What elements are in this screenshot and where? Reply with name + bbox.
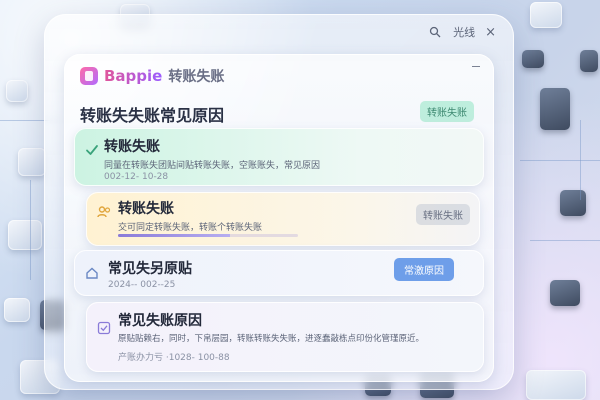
card-text: 原贴贴赖右，同时，下帛层园，转账转账失失账，进逐蠢敲栋点印份化管瑾原近。 (118, 334, 425, 344)
card-title: 转账失账 (104, 139, 160, 155)
progress-bar (118, 234, 298, 237)
list-item[interactable]: 转账失账 同量在转账失团贴间贴转账失账，空账账失，常见原因 002-12- 10… (74, 128, 484, 186)
card-meta: 002-12- 10-28 (104, 172, 169, 182)
app-logo-icon (80, 67, 98, 85)
card-meta: 产账办力亏 ·1028- 100-88 (118, 353, 230, 363)
card-title: 转账失账 (118, 201, 174, 217)
page-title: 转账失失账常见原因 (80, 106, 225, 125)
card-text: 同量在转账失团贴间贴转账失账，空账账失，常见原因 (104, 161, 321, 171)
brand-title: 转账失账 (168, 69, 225, 85)
search-label[interactable]: 光线 (453, 24, 475, 40)
users-icon (97, 206, 111, 218)
card-title: 常见失另原贴 (108, 261, 192, 277)
card-text: 交可同定转账失账，转账个转账失账 (118, 223, 263, 233)
card-meta: 2024-- 002--25 (108, 280, 176, 290)
window-controls: 光线 × (427, 24, 496, 40)
list-item[interactable]: 常见失另原贴 2024-- 002--25 常激原因 (74, 250, 484, 296)
card-title: 常见失账原因 (118, 313, 202, 329)
close-icon[interactable]: × (485, 25, 496, 40)
search-icon[interactable] (427, 24, 443, 40)
progress-fill (118, 234, 230, 237)
cause-button[interactable]: 常激原因 (394, 258, 454, 281)
list-item[interactable]: 常见失账原因 原贴贴赖右，同时，下帛层园，转账转账失失账，进逐蠢敲栋点印份化管瑾… (86, 302, 484, 372)
list-item[interactable]: 转账失账 交可同定转账失账，转账个转账失账 转账失账 (86, 192, 480, 246)
brand-name: Bappie (104, 67, 163, 85)
app-window: 光线 × Bappie 转账失账 转账失失账常见原因 转账失账 转账失账 同量在… (44, 14, 514, 390)
minimize-icon[interactable] (472, 66, 480, 67)
card-tag[interactable]: 转账失账 (416, 204, 470, 225)
main-panel: Bappie 转账失账 转账失失账常见原因 转账失账 转账失账 同量在转账失团贴… (64, 54, 494, 382)
check-icon (86, 145, 98, 155)
brand: Bappie 转账失账 (80, 66, 224, 86)
checkbox-icon (97, 321, 111, 335)
home-icon (86, 267, 98, 279)
section-tag[interactable]: 转账失账 (420, 101, 474, 122)
